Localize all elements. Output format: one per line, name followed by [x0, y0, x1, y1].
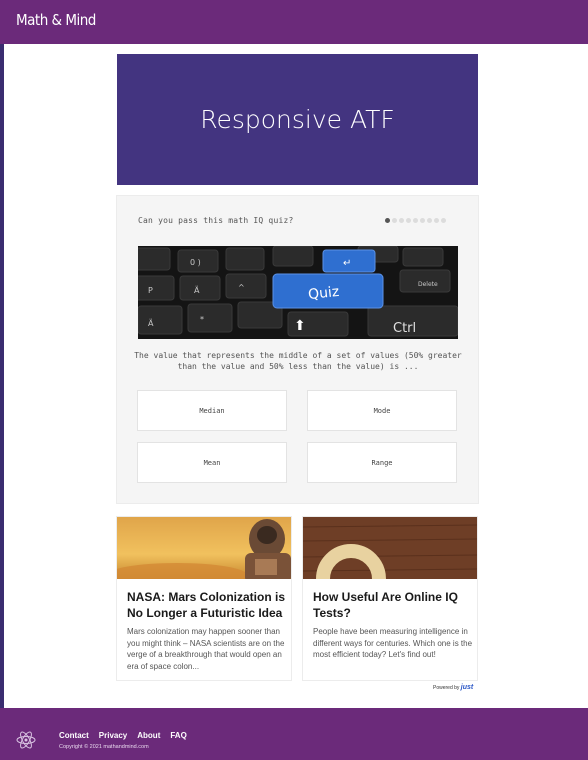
svg-text:↵: ↵: [343, 258, 351, 269]
svg-text:0 ): 0 ): [190, 258, 201, 267]
progress-dot: [420, 218, 425, 223]
article-card[interactable]: How Useful Are Online IQ Tests? People h…: [302, 516, 478, 681]
footer-link-faq[interactable]: FAQ: [170, 731, 186, 740]
footer-link-privacy[interactable]: Privacy: [99, 731, 127, 740]
footer-link-contact[interactable]: Contact: [59, 731, 89, 740]
progress-dot: [427, 218, 432, 223]
quiz-widget: Can you pass this math IQ quiz? 0) P Ä …: [116, 195, 479, 504]
answer-option-range[interactable]: Range: [307, 442, 457, 483]
svg-text:Delete: Delete: [418, 281, 438, 288]
quiz-question: The value that represents the middle of …: [134, 351, 462, 371]
atom-icon: [16, 731, 36, 749]
footer-link-about[interactable]: About: [137, 731, 160, 740]
quiz-title: Can you pass this math IQ quiz?: [138, 216, 294, 225]
quiz-key-label: Quiz: [307, 284, 340, 303]
site-logo[interactable]: Math & Mind: [16, 11, 96, 29]
answer-option-median[interactable]: Median: [137, 390, 287, 431]
article-title[interactable]: How Useful Are Online IQ Tests?: [313, 589, 471, 621]
article-excerpt: People have been measuring intelligence …: [313, 627, 473, 659]
ad-label: Responsive ATF: [200, 105, 395, 134]
answer-option-mean[interactable]: Mean: [137, 442, 287, 483]
site-footer: Contact Privacy About FAQ Copyright © 20…: [0, 708, 588, 760]
svg-text:*: *: [200, 315, 204, 324]
svg-text:⬆: ⬆: [294, 318, 306, 334]
progress-dot: [392, 218, 397, 223]
site-header: Math & Mind: [0, 0, 588, 44]
progress-dot: [406, 218, 411, 223]
footer-links: Contact Privacy About FAQ: [59, 731, 187, 740]
ad-banner[interactable]: Responsive ATF: [117, 54, 478, 185]
article-title[interactable]: NASA: Mars Colonization is No Longer a F…: [127, 589, 285, 621]
powered-by-label: Powered by: [433, 685, 460, 691]
quiz-keyboard-image: 0 ) P Ä ^ Ä * Delete ↵ Quiz ⬆ Ctrl: [138, 246, 458, 339]
article-card[interactable]: NASA: Mars Colonization is No Longer a F…: [116, 516, 292, 681]
svg-text:Ä: Ä: [148, 318, 154, 328]
article-image-astronaut: [117, 517, 291, 579]
answer-option-mode[interactable]: Mode: [307, 390, 457, 431]
svg-text:^: ^: [238, 283, 245, 292]
quiz-progress-dots: [385, 218, 446, 223]
powered-by[interactable]: Powered by just: [433, 684, 473, 691]
svg-text:Ä: Ä: [194, 285, 200, 295]
progress-dot: [413, 218, 418, 223]
article-excerpt: Mars colonization may happen sooner than…: [127, 627, 285, 671]
progress-dot: [385, 218, 390, 223]
powered-by-brand: just: [460, 684, 474, 691]
progress-dot: [441, 218, 446, 223]
ctrl-key-label: Ctrl: [393, 321, 416, 336]
article-image-iq: [303, 517, 477, 579]
progress-dot: [399, 218, 404, 223]
progress-dot: [434, 218, 439, 223]
footer-copyright: Copyright © 2021 mathandmind.com: [59, 744, 149, 750]
svg-text:P: P: [148, 286, 153, 295]
